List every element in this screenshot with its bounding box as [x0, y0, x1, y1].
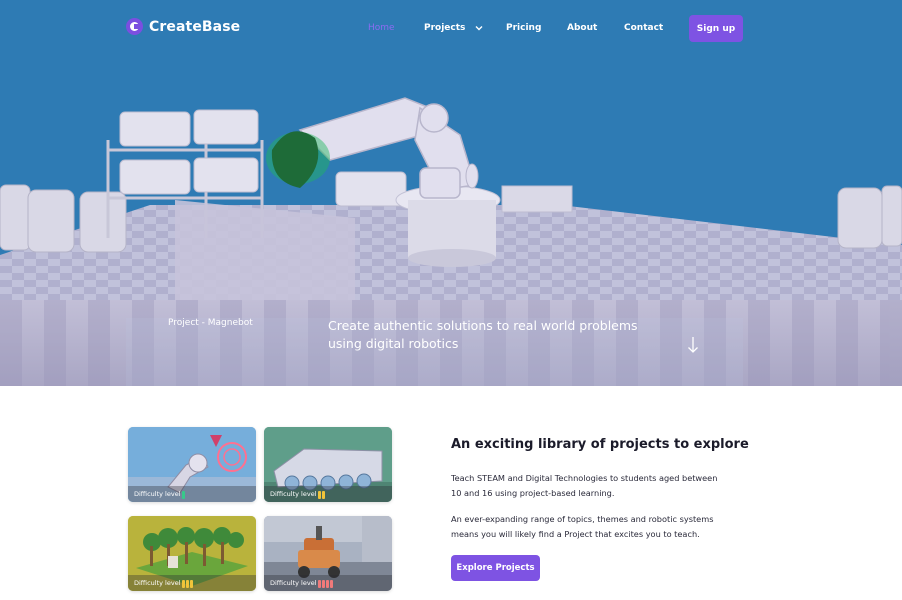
project-card[interactable]: Difficulty level — [264, 427, 392, 502]
difficulty-meter — [318, 491, 325, 499]
sign-up-button[interactable]: Sign up — [689, 15, 743, 42]
difficulty-meter — [182, 580, 193, 588]
chevron-down-icon[interactable] — [475, 24, 483, 32]
difficulty-meter — [182, 491, 185, 499]
difficulty-bar — [182, 580, 185, 588]
project-card[interactable]: Difficulty level — [128, 427, 256, 502]
brand-name: CreateBase — [149, 18, 241, 35]
hero-project-tag: Project - Magnebot — [168, 318, 253, 328]
top-navigation: CreateBase Home Projects Pricing About C… — [0, 0, 902, 56]
hero-section: CreateBase Home Projects Pricing About C… — [0, 0, 902, 386]
difficulty-bar — [190, 580, 193, 588]
difficulty-label: Difficulty level — [134, 490, 181, 498]
difficulty-meter — [318, 580, 333, 588]
difficulty-strip: Difficulty level — [128, 486, 256, 502]
difficulty-label: Difficulty level — [270, 490, 317, 498]
difficulty-bar — [182, 491, 185, 499]
difficulty-bar — [318, 580, 321, 588]
nav-home[interactable]: Home — [368, 23, 395, 33]
difficulty-strip: Difficulty level — [264, 575, 392, 591]
range-paragraph: An ever-expanding range of topics, theme… — [451, 514, 714, 539]
project-card[interactable]: Difficulty level — [128, 516, 256, 591]
difficulty-strip: Difficulty level — [128, 575, 256, 591]
nav-contact[interactable]: Contact — [624, 23, 663, 33]
difficulty-bar — [318, 491, 321, 499]
difficulty-label: Difficulty level — [134, 579, 181, 587]
nav-pricing[interactable]: Pricing — [506, 23, 541, 33]
explore-projects-button[interactable]: Explore Projects — [451, 555, 540, 581]
difficulty-bar — [186, 580, 189, 588]
arrow-down-icon[interactable] — [686, 336, 700, 354]
difficulty-bar — [330, 580, 333, 588]
difficulty-label: Difficulty level — [270, 579, 317, 587]
section-title: An exciting library of projects to explo… — [451, 437, 749, 452]
difficulty-bar — [322, 580, 325, 588]
createbase-logo-icon — [126, 18, 143, 35]
project-card[interactable]: Difficulty level — [264, 516, 392, 591]
hero-tagline: Create authentic solutions to real world… — [328, 318, 638, 351]
difficulty-bar — [322, 491, 325, 499]
nav-about[interactable]: About — [567, 23, 597, 33]
difficulty-bar — [326, 580, 329, 588]
intro-paragraph: Teach STEAM and Digital Technologies to … — [451, 473, 718, 498]
brand[interactable]: CreateBase — [126, 18, 240, 35]
nav-projects[interactable]: Projects — [424, 23, 465, 33]
difficulty-strip: Difficulty level — [264, 486, 392, 502]
